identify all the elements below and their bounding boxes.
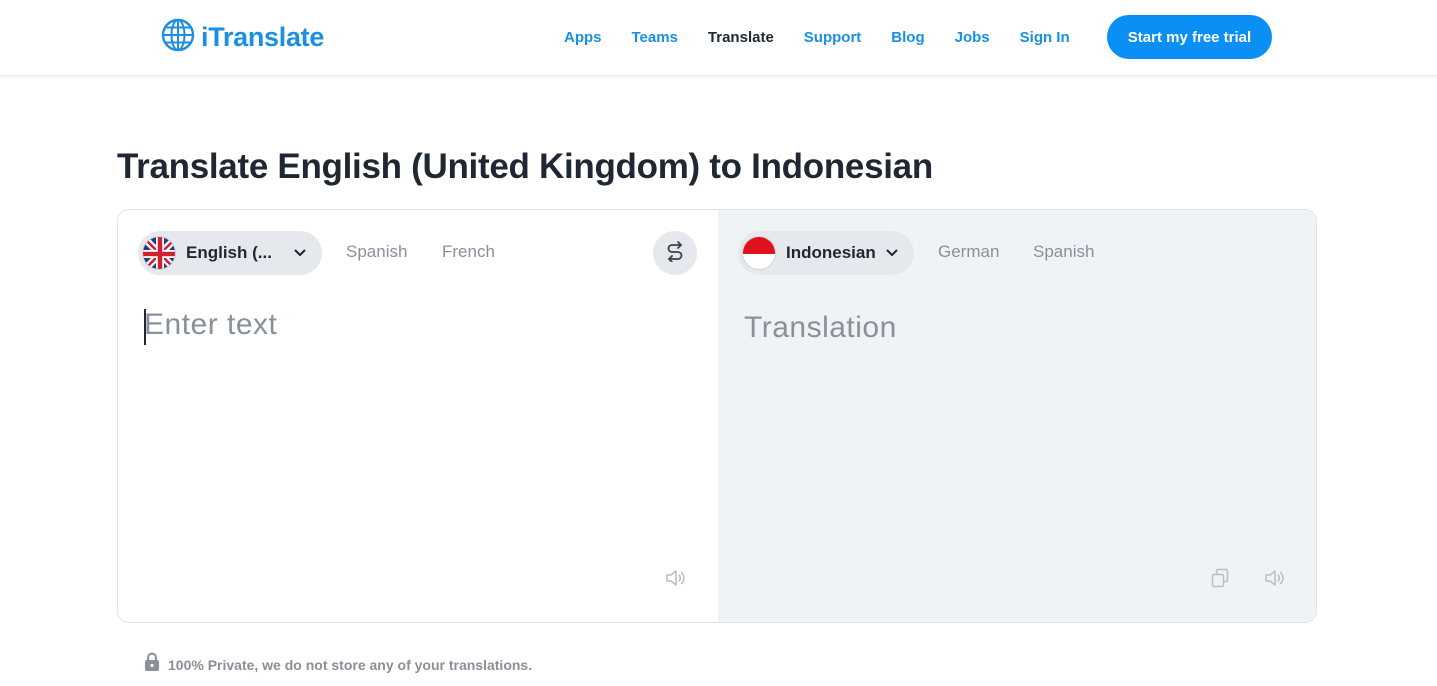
speaker-icon: [665, 569, 687, 592]
privacy-note: 100% Private, we do not store any of you…: [144, 652, 532, 677]
chevron-down-icon: [294, 249, 306, 257]
source-quick-language-french[interactable]: French: [442, 242, 495, 262]
source-language-label: English (...: [186, 243, 272, 262]
page-title: Translate English (United Kingdom) to In…: [117, 147, 933, 186]
logo[interactable]: iTranslate: [161, 18, 325, 57]
source-language-selector[interactable]: English (...: [138, 231, 322, 275]
uk-flag-icon: [142, 236, 176, 270]
top-navigation-bar: iTranslate Apps Teams Translate Support …: [0, 0, 1437, 76]
target-speak-button[interactable]: [1263, 568, 1287, 592]
translation-output: Translation: [744, 311, 897, 344]
chevron-down-icon: [886, 249, 898, 257]
globe-icon: [161, 18, 195, 57]
nav-blog[interactable]: Blog: [891, 29, 924, 46]
nav-translate[interactable]: Translate: [708, 29, 774, 46]
nav-support[interactable]: Support: [804, 29, 862, 46]
target-language-label: Indonesian: [786, 243, 876, 262]
target-quick-language-german[interactable]: German: [938, 242, 999, 262]
target-language-selector[interactable]: Indonesian: [738, 231, 914, 275]
source-text-input[interactable]: [144, 308, 692, 538]
swap-languages-icon: [665, 240, 685, 267]
translator-card: English (... Spanish French Enter text I…: [117, 209, 1317, 623]
start-free-trial-button[interactable]: Start my free trial: [1107, 15, 1272, 59]
lock-icon: [144, 652, 160, 677]
nav-jobs[interactable]: Jobs: [955, 29, 990, 46]
copy-icon: [1210, 568, 1230, 593]
source-quick-language-spanish[interactable]: Spanish: [346, 242, 407, 262]
speaker-icon: [1264, 569, 1286, 592]
main-nav: Apps Teams Translate Support Blog Jobs S…: [564, 27, 1100, 47]
nav-sign-in[interactable]: Sign In: [1020, 29, 1070, 46]
target-quick-language-spanish[interactable]: Spanish: [1033, 242, 1094, 262]
logo-text: iTranslate: [201, 21, 325, 52]
source-speak-button[interactable]: [664, 568, 688, 592]
text-cursor: [144, 309, 146, 345]
nav-teams[interactable]: Teams: [632, 29, 678, 46]
copy-translation-button[interactable]: [1208, 568, 1232, 592]
privacy-text: 100% Private, we do not store any of you…: [168, 656, 533, 673]
source-pane: English (... Spanish French: [118, 210, 718, 622]
target-pane: Indonesian German Spanish Translation: [718, 210, 1316, 622]
indonesia-flag-icon: [742, 236, 776, 270]
swap-languages-button[interactable]: [653, 231, 697, 275]
nav-apps[interactable]: Apps: [564, 29, 602, 46]
